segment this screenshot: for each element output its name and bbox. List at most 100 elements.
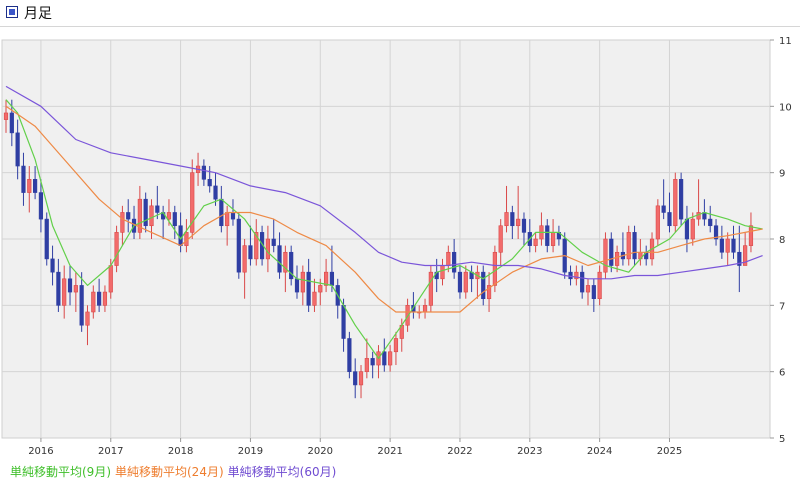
candle-body bbox=[329, 271, 335, 286]
candle-body bbox=[358, 371, 364, 386]
candle-body bbox=[521, 218, 527, 233]
candle-body bbox=[265, 238, 271, 260]
candle-body bbox=[300, 271, 305, 293]
candle-body bbox=[655, 205, 660, 240]
candle-body bbox=[242, 245, 247, 273]
legend-ma24: 単純移動平均(24月) bbox=[115, 465, 224, 479]
candle bbox=[428, 265, 433, 312]
candle-body bbox=[277, 245, 282, 273]
candle-body bbox=[748, 225, 754, 246]
candle-body bbox=[294, 278, 300, 293]
y-tick-label: 9 bbox=[779, 169, 785, 180]
candle bbox=[114, 225, 119, 273]
candle-body bbox=[56, 271, 61, 306]
candle-body bbox=[73, 285, 78, 293]
candle-body bbox=[393, 338, 399, 353]
candle-body bbox=[102, 291, 108, 306]
candle-body bbox=[62, 278, 67, 306]
candle-body bbox=[510, 212, 515, 227]
candle bbox=[655, 199, 660, 246]
candle-body bbox=[15, 132, 20, 167]
candle-body bbox=[230, 212, 236, 220]
candle-body bbox=[323, 271, 329, 286]
candle-body bbox=[341, 305, 346, 339]
candle-body bbox=[143, 198, 148, 227]
candlestick-chart: 567891011 2016 2017 2018 2019 2020 2021 2022 20… bbox=[1, 36, 792, 457]
candle-body bbox=[580, 271, 585, 293]
y-tick-label: 8 bbox=[779, 235, 785, 246]
candle-body bbox=[492, 251, 497, 286]
candle-body bbox=[545, 225, 550, 246]
x-tick-label: 2016 bbox=[28, 446, 53, 457]
candle-body bbox=[85, 311, 90, 326]
legend-ma9: 単純移動平均(9月) bbox=[10, 465, 111, 479]
candle-body bbox=[312, 291, 317, 306]
x-tick-label: 2025 bbox=[657, 446, 682, 457]
candle-body bbox=[632, 232, 637, 260]
candle-body bbox=[609, 238, 614, 266]
candle-body bbox=[213, 185, 218, 200]
candle bbox=[603, 232, 608, 279]
candle-body bbox=[225, 212, 230, 227]
candle-body bbox=[481, 271, 486, 299]
candle-body bbox=[673, 179, 678, 227]
candle bbox=[673, 172, 678, 233]
y-tick-label: 7 bbox=[779, 301, 785, 312]
candle-body bbox=[364, 358, 369, 372]
candle-body bbox=[533, 238, 538, 246]
candle-body bbox=[32, 179, 38, 193]
candle-body bbox=[731, 238, 736, 253]
x-tick-label: 2019 bbox=[238, 446, 263, 457]
candle-body bbox=[108, 265, 113, 293]
candle-body bbox=[67, 278, 73, 293]
candle-body bbox=[114, 232, 119, 266]
candle-body bbox=[178, 225, 183, 246]
x-tick-label: 2021 bbox=[377, 446, 402, 457]
candle-body bbox=[719, 238, 724, 253]
x-tick-label: 2023 bbox=[517, 446, 542, 457]
candle-body bbox=[155, 205, 160, 213]
candle-body bbox=[568, 271, 573, 280]
candle-body bbox=[661, 205, 666, 213]
x-axis: 2016 2017 2018 2019 2020 2021 2022 2023 2024 2025 bbox=[28, 438, 682, 457]
candle-body bbox=[120, 212, 125, 233]
candle-body bbox=[50, 258, 55, 273]
candle-body bbox=[44, 218, 49, 260]
candle-body bbox=[457, 271, 463, 293]
candle-body bbox=[3, 112, 9, 120]
candle-body bbox=[382, 351, 387, 366]
candle-body bbox=[708, 218, 713, 227]
y-tick-label: 5 bbox=[779, 434, 785, 445]
candle-body bbox=[236, 218, 241, 273]
x-tick-label: 2020 bbox=[308, 446, 333, 457]
candle-body bbox=[667, 212, 672, 227]
x-tick-label: 2022 bbox=[447, 446, 472, 457]
candle-body bbox=[347, 338, 352, 372]
candle-body bbox=[370, 358, 375, 366]
candle-body bbox=[219, 198, 224, 227]
candle-body bbox=[166, 212, 172, 220]
candle bbox=[44, 212, 49, 266]
candle-body bbox=[422, 305, 428, 313]
candle-body bbox=[126, 212, 131, 220]
candle-body bbox=[91, 291, 96, 313]
candle-body bbox=[585, 285, 591, 293]
y-tick-label: 6 bbox=[779, 368, 785, 379]
candle-body bbox=[353, 371, 358, 386]
candle-body bbox=[318, 285, 323, 293]
candle-body bbox=[516, 218, 521, 227]
candle-body bbox=[597, 271, 602, 299]
candle-body bbox=[614, 251, 620, 266]
candle-body bbox=[446, 251, 451, 266]
candle-body bbox=[498, 225, 503, 253]
candle-body bbox=[428, 271, 433, 306]
candle-body bbox=[271, 238, 276, 246]
candle-body bbox=[388, 351, 393, 366]
candle-body bbox=[504, 212, 509, 227]
candle-body bbox=[149, 205, 154, 227]
candle-body bbox=[679, 179, 684, 220]
candle-body bbox=[21, 165, 26, 193]
y-axis: 5 6 7 8 9 10 11 bbox=[770, 36, 792, 445]
legend-ma60: 単純移動平均(60月) bbox=[227, 465, 337, 479]
candle-body bbox=[550, 232, 556, 246]
